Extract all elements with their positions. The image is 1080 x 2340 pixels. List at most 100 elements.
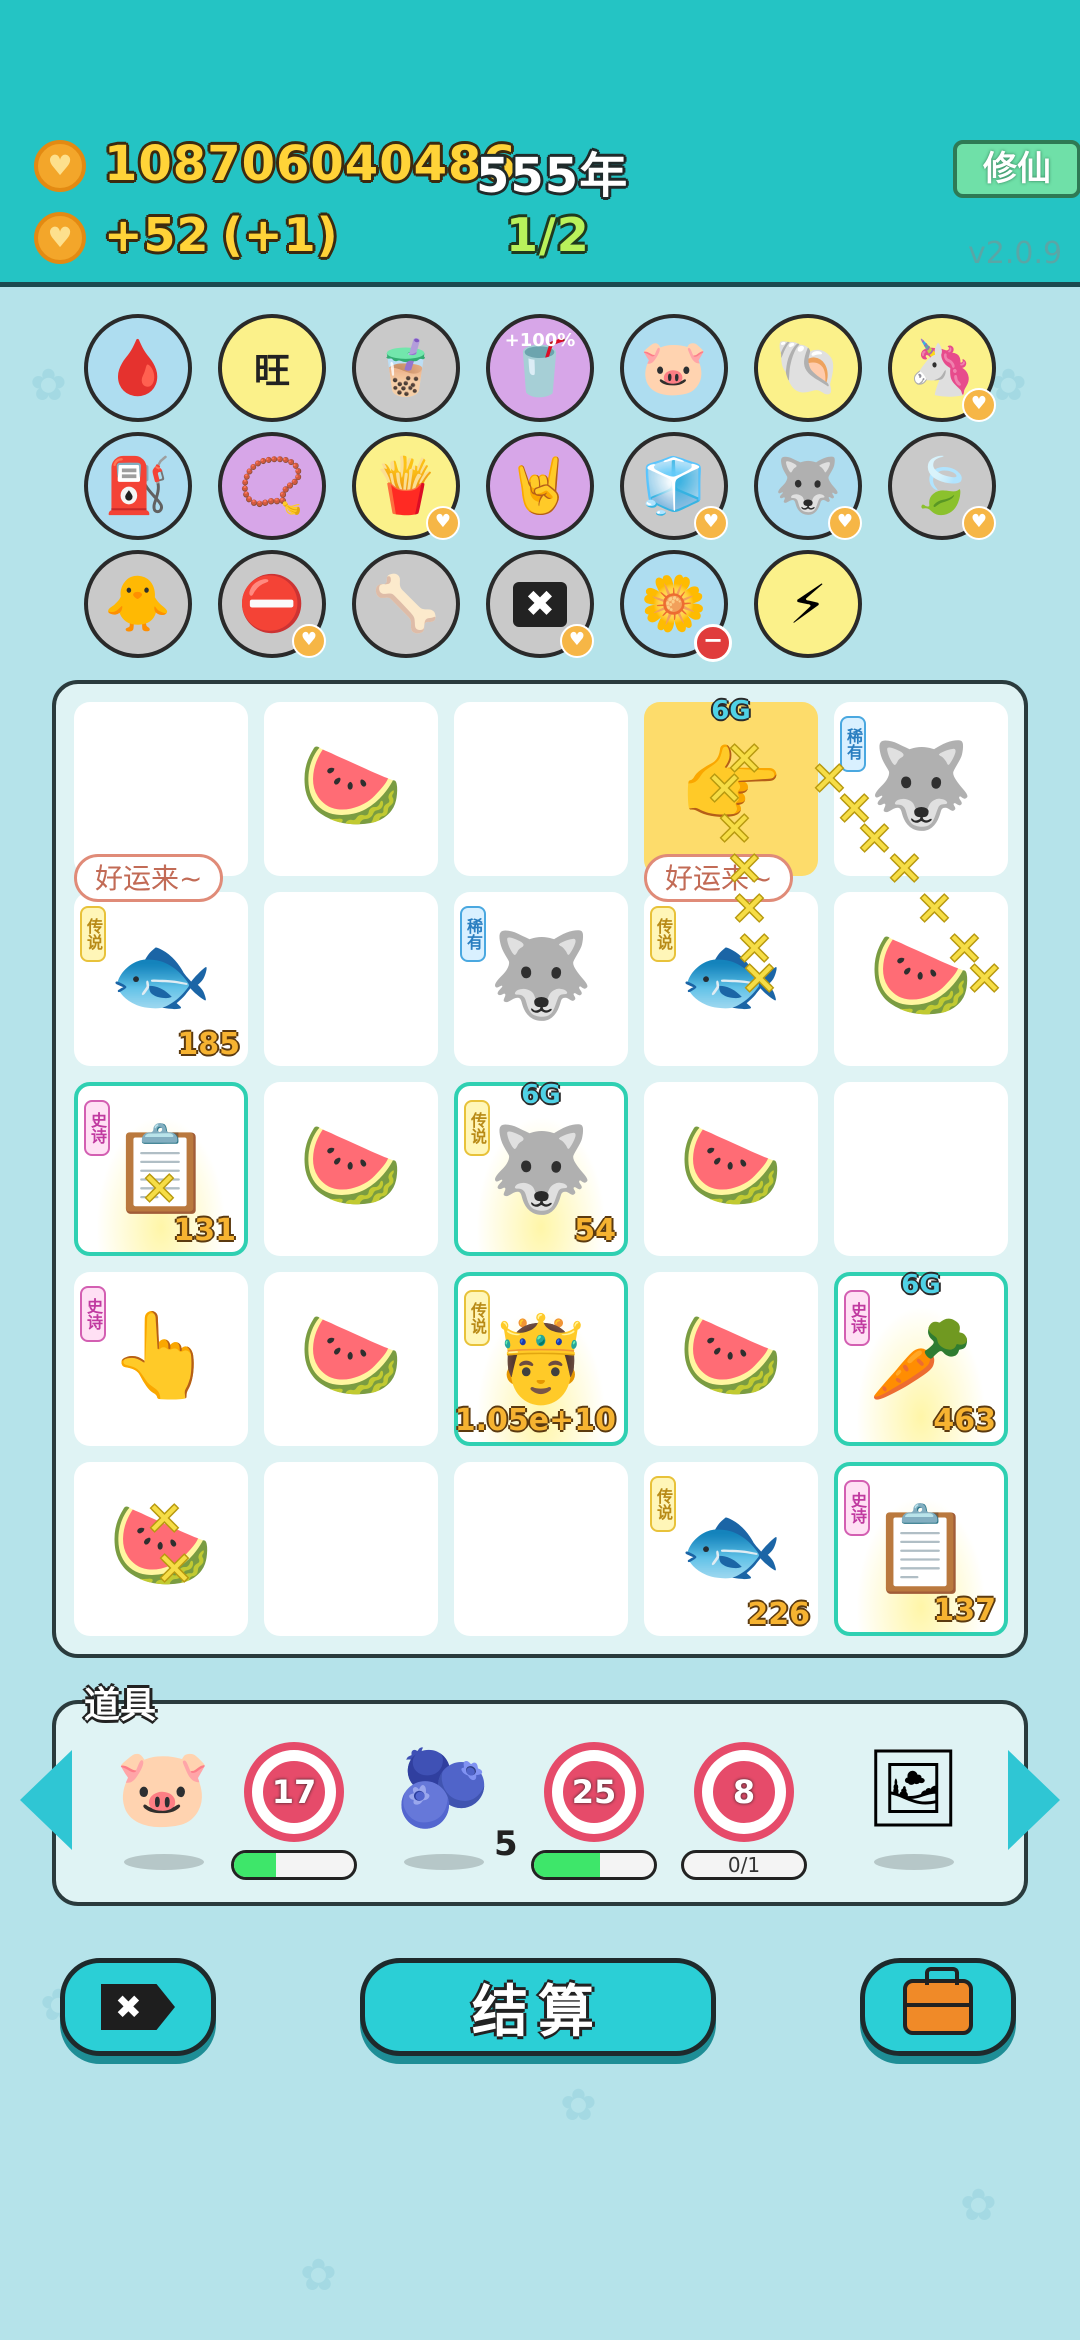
level-6g-label: 6G — [711, 696, 751, 726]
blood-bag-icon[interactable]: 🩸 — [84, 314, 192, 422]
progress-fill — [534, 1853, 600, 1877]
remove-tag-icon[interactable]: ✖ ♥ — [486, 550, 594, 658]
props-panel: 🐷 17 🫐 5 25 8 0/1 🖼 — [52, 1700, 1028, 1906]
board-cell-watermelon[interactable]: 🍉 — [644, 1082, 818, 1256]
milk-tea-plus-icon[interactable]: 🥤 +100% — [486, 314, 594, 422]
relic-glyph: ✖ — [512, 581, 568, 627]
relic-glyph: 🦴 — [372, 572, 440, 635]
coin-total: 108706040486 — [104, 136, 517, 192]
relic-glyph: 🧊 — [640, 454, 708, 517]
symbol-counter: 137 — [933, 1593, 996, 1628]
prop-progress-bar — [531, 1850, 657, 1880]
prop-progress-bar — [231, 1850, 357, 1880]
no-entry-icon[interactable]: ⛔ ♥ — [218, 550, 326, 658]
prop-target-8[interactable]: 8 — [694, 1742, 794, 1842]
relic-glyph: 🐥 — [104, 572, 172, 635]
board-cell-watermelon[interactable]: 🍉 — [264, 702, 438, 876]
relic-glyph: 🦄 — [908, 336, 976, 399]
prop-shadow — [124, 1854, 204, 1870]
board-cell-carrot-king[interactable]: 🥕 史诗 463 6G — [834, 1270, 1008, 1446]
shell-icon[interactable]: 🐚 — [754, 314, 862, 422]
heart-badge-icon: ♥ — [560, 624, 594, 658]
prop-counter: 8 — [708, 1756, 780, 1828]
relic-glyph: 🍟 — [372, 454, 440, 517]
effect-x-mark: ✕ — [966, 954, 1003, 1005]
level-6g-label: 6G — [521, 1080, 561, 1110]
inventory-button[interactable] — [860, 1958, 1016, 2056]
board-cell-empty[interactable] — [264, 1462, 438, 1636]
props-next-arrow[interactable] — [1008, 1750, 1060, 1850]
relic-glyph: 🧋 — [372, 336, 440, 399]
prop-counter: 25 — [558, 1756, 630, 1828]
remove-tag-icon: ✖ — [101, 1984, 175, 2030]
board-cell-pointing-hand[interactable]: 👆 史诗 — [74, 1272, 248, 1446]
heart-badge-icon: ♥ — [962, 506, 996, 540]
settle-button[interactable]: 结算 — [360, 1958, 716, 2056]
symbol-counter: 226 — [747, 1597, 810, 1632]
symbol-counter: 131 — [173, 1213, 236, 1248]
board-cell-copy-paste-king[interactable]: 📋 史诗 137 — [834, 1462, 1008, 1636]
heart-badge-icon: ♥ — [962, 388, 996, 422]
prop-shadow — [404, 1854, 484, 1870]
prop-target-17[interactable]: 17 — [244, 1742, 344, 1842]
board-cell-empty[interactable] — [454, 702, 628, 876]
relic-glyph: ⛔ — [238, 572, 306, 635]
lucky-speech-bubble: 好运来~ — [74, 854, 224, 902]
relic-glyph: ⛽ — [104, 454, 172, 517]
board-cell-watermelon[interactable]: 🍉 — [264, 1082, 438, 1256]
slot-board: 🍉 👉 6G 🐺 稀有 🐟 传说 185 🐺 稀有 🐟 传说 🍉 📋 史诗 131 🍉 🐺 传说 54 6G 🍉 👆 史诗 🍉 🤴… — [52, 680, 1028, 1658]
milk-tea-icon[interactable]: 🧋 — [352, 314, 460, 422]
relic-glyph: 🐷 — [640, 336, 708, 399]
remove-symbol-button[interactable]: ✖ — [60, 1958, 216, 2056]
income-bonus: (+1) — [222, 208, 339, 262]
board-cell-husky[interactable]: 🐺 稀有 — [454, 892, 628, 1066]
props-title: 道具 — [84, 1685, 157, 1726]
prop-piggy-bank-icon[interactable]: 🐷 — [108, 1738, 218, 1838]
flower-pot-icon[interactable]: 🌼 − — [620, 550, 732, 662]
piggy-bank-icon[interactable]: 🐷 — [620, 314, 728, 422]
background-flower: ✿ — [300, 2250, 337, 2301]
prop-shadow — [874, 1854, 954, 1870]
lightning-icon[interactable]: ⚡ — [754, 550, 862, 658]
minus-badge-icon: − — [694, 624, 732, 662]
board-cell-empty[interactable] — [74, 702, 248, 876]
heart-badge-icon: ♥ — [828, 506, 862, 540]
prop-target-25[interactable]: 25 — [544, 1742, 644, 1842]
effect-x-mark: ✕ — [741, 954, 778, 1005]
rarity-badge: 史诗 — [844, 1480, 870, 1536]
board-cell-watermelon[interactable]: 🍉 — [264, 1272, 438, 1446]
board-cell-empty[interactable] — [454, 1462, 628, 1636]
fries-icon[interactable]: 🍟 ♥ — [352, 432, 460, 540]
air-pump-icon[interactable]: ⛽ — [84, 432, 192, 540]
prop-wooden-frame-icon[interactable]: 🖼 — [858, 1738, 968, 1838]
board-cell-koi-fish[interactable]: 🐟 传说 185 — [74, 892, 248, 1066]
prop-blueberry-icon[interactable]: 🫐 — [388, 1738, 498, 1838]
briefcase-icon — [903, 1967, 973, 2035]
unicorn-icon[interactable]: 🦄 ♥ — [888, 314, 996, 422]
relic-glyph: 🐺 — [774, 454, 842, 517]
pendant-icon[interactable]: 📿 — [218, 432, 326, 540]
props-prev-arrow[interactable] — [20, 1750, 72, 1850]
chick-egg-icon[interactable]: 🐥 — [84, 550, 192, 658]
sugar-cubes-icon[interactable]: 🧊 ♥ — [620, 432, 728, 540]
wang-tiles-icon[interactable]: 旺 — [218, 314, 326, 422]
board-cell-empty[interactable] — [264, 892, 438, 1066]
leaf-icon[interactable]: 🍃 ♥ — [888, 432, 996, 540]
rarity-badge: 史诗 — [80, 1286, 106, 1342]
board-cell-koi-fish[interactable]: 🐟 传说 226 — [644, 1462, 818, 1636]
board-cell-rich-grandpa-king[interactable]: 🤴 传说 1.05e+10 — [454, 1272, 628, 1446]
prop-progress-bar: 0/1 — [681, 1850, 807, 1880]
rock-hand-icon[interactable]: 🤘 — [486, 432, 594, 540]
board-cell-empty[interactable] — [834, 1082, 1008, 1256]
board-cell-watermelon[interactable]: 🍉 — [644, 1272, 818, 1446]
prop-count: 5 — [494, 1824, 518, 1864]
cultivation-mode-button[interactable]: 修仙 — [953, 140, 1080, 198]
rarity-badge: 传说 — [650, 906, 676, 962]
version-label: v2.0.9 — [968, 236, 1063, 271]
relic-glyph: ⚡ — [789, 572, 827, 636]
dog-bowl-icon[interactable]: 🦴 — [352, 550, 460, 658]
husky-icon[interactable]: 🐺 ♥ — [754, 432, 862, 540]
board-cell-husky-king[interactable]: 🐺 传说 54 6G — [454, 1080, 628, 1256]
rarity-badge: 传说 — [650, 1476, 676, 1532]
background-flower: ✿ — [30, 360, 67, 411]
